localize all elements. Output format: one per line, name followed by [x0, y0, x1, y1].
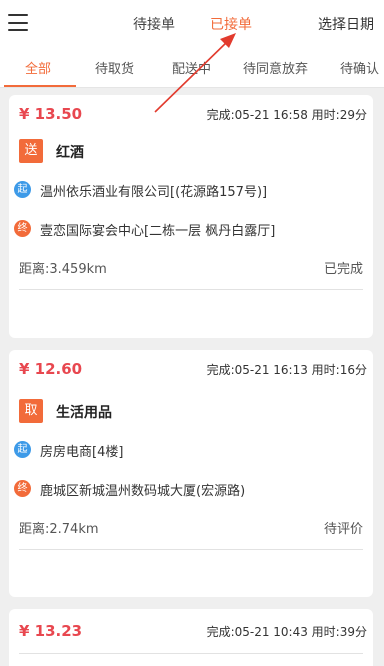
end-point-icon: 终: [14, 480, 31, 497]
order-type-badge: 送: [19, 139, 43, 163]
card-divider: [19, 653, 363, 654]
start-address: 房房电商[4楼]: [40, 445, 124, 460]
subtab-awaiting-confirmation[interactable]: 待确认: [340, 58, 379, 77]
order-price: ¥ 13.23: [19, 622, 83, 640]
order-card[interactable]: ¥ 13.23 完成:05-21 10:43 用时:39分: [9, 609, 373, 666]
subtab-awaiting-abandon-approval[interactable]: 待同意放弃: [243, 58, 308, 77]
order-distance: 距离:3.459km: [19, 262, 107, 277]
order-item-name: 生活用品: [56, 405, 112, 421]
order-item-name: 红酒: [56, 145, 84, 161]
order-card[interactable]: ¥ 13.50 完成:05-21 16:58 用时:29分 送 红酒 起 温州依…: [9, 95, 373, 338]
card-divider: [19, 289, 363, 290]
order-status: 已完成: [323, 262, 363, 277]
order-card[interactable]: ¥ 12.60 完成:05-21 16:13 用时:16分 取 生活用品 起 房…: [9, 350, 373, 597]
end-point-icon: 终: [14, 220, 31, 237]
card-divider: [19, 549, 363, 550]
end-address: 壹恋国际宴会中心[二栋一层 枫丹白露厅]: [40, 224, 276, 239]
menu-icon[interactable]: [8, 14, 28, 31]
start-point-icon: 起: [14, 181, 31, 198]
date-picker-button[interactable]: 选择日期: [318, 14, 374, 34]
active-subtab-indicator: [4, 85, 76, 87]
start-point-icon: 起: [14, 441, 31, 458]
tab-accepted-orders[interactable]: 已接单: [210, 14, 252, 34]
subtab-delivering[interactable]: 配送中: [172, 58, 211, 77]
tab-pending-orders[interactable]: 待接单: [133, 14, 175, 34]
order-price: ¥ 12.60: [19, 360, 83, 378]
order-distance: 距离:2.74km: [19, 522, 99, 537]
order-status: 待评价: [323, 522, 363, 537]
top-header: 待接单 已接单 选择日期: [0, 0, 384, 46]
order-completion-meta: 完成:05-21 10:43 用时:39分: [206, 625, 367, 639]
order-completion-meta: 完成:05-21 16:58 用时:29分: [206, 108, 367, 122]
order-price: ¥ 13.50: [19, 105, 83, 123]
status-subtabs: 全部 待取货 配送中 待同意放弃 待确认: [0, 46, 384, 88]
subtab-all[interactable]: 全部: [25, 58, 51, 77]
subtab-awaiting-pickup[interactable]: 待取货: [95, 58, 134, 77]
order-type-badge: 取: [19, 399, 43, 423]
start-address: 温州依乐酒业有限公司[(花源路157号)]: [40, 185, 268, 200]
order-completion-meta: 完成:05-21 16:13 用时:16分: [206, 363, 367, 377]
end-address: 鹿城区新城温州数码城大厦(宏源路): [40, 484, 246, 499]
